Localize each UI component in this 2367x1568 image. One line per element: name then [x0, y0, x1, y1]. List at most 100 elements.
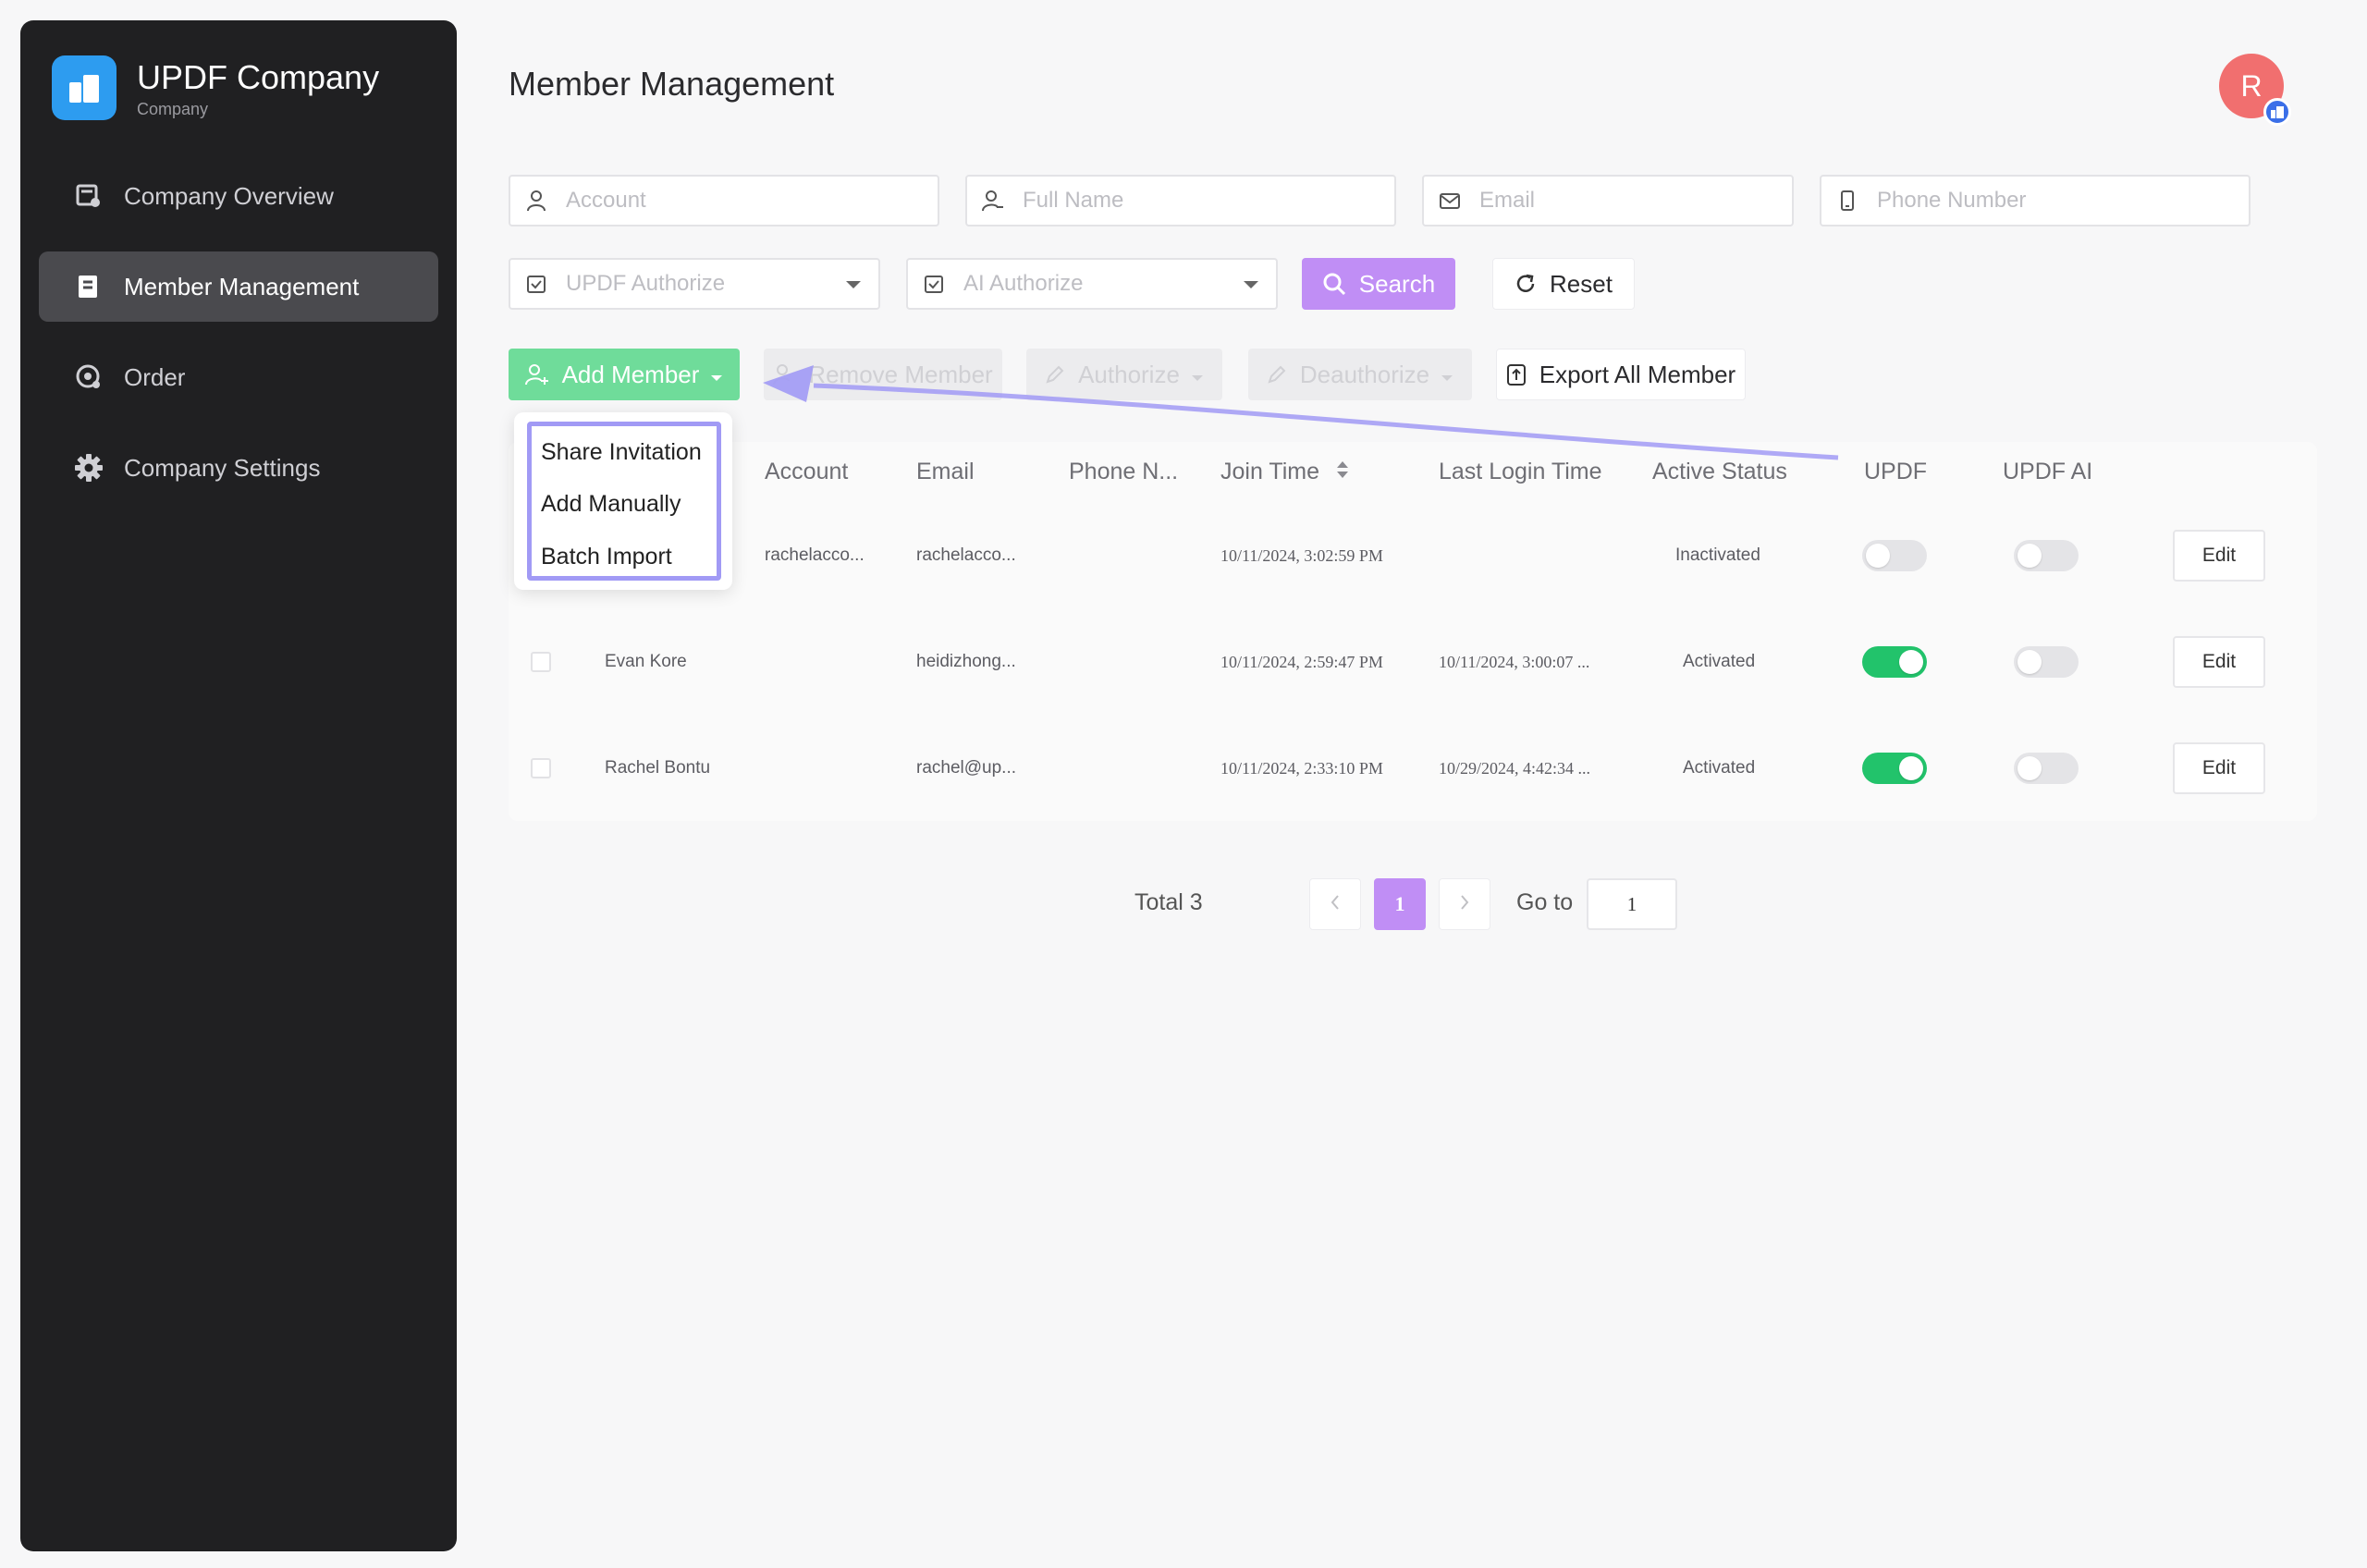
toggle-knob: [2017, 650, 2042, 674]
cell-join-time: 10/11/2024, 3:02:59 PM: [1220, 546, 1383, 565]
caret-down-icon: [710, 361, 723, 389]
sidebar-item-label: Company Settings: [124, 453, 321, 482]
add-member-dropdown: Share Invitation Add Manually Batch Impo…: [514, 412, 732, 590]
pagination-goto-input[interactable]: 1: [1587, 878, 1677, 930]
pen-icon: [1045, 364, 1065, 385]
menu-item-share-invitation[interactable]: Share Invitation: [541, 439, 702, 466]
remove-user-icon: [773, 363, 795, 386]
pagination-prev-button[interactable]: [1309, 878, 1361, 930]
pagination-goto-label: Go to: [1516, 889, 1574, 915]
sidebar-item-label: Company Overview: [124, 181, 334, 210]
search-label: Search: [1358, 269, 1436, 298]
pagination-page-current[interactable]: 1: [1374, 878, 1426, 930]
sort-icon[interactable]: [1335, 459, 1350, 487]
updf-authorize-select[interactable]: UPDF Authorize: [509, 258, 880, 310]
pagination-next-button[interactable]: [1439, 878, 1490, 930]
order-icon: [74, 362, 104, 392]
authorize-label: Authorize: [1078, 360, 1180, 388]
account-input[interactable]: [566, 188, 898, 214]
menu-item-add-manually[interactable]: Add Manually: [541, 491, 681, 518]
join-time-label: Join Time: [1220, 459, 1319, 485]
edit-button[interactable]: Edit: [2173, 636, 2265, 688]
user-card-icon: [980, 188, 1006, 214]
updf-toggle[interactable]: [1862, 540, 1927, 571]
sidebar-item-company-overview[interactable]: Company Overview: [39, 161, 438, 231]
chevron-down-icon: [845, 278, 862, 295]
export-all-member-button[interactable]: Export All Member: [1496, 349, 1746, 400]
updf-ai-toggle[interactable]: [2014, 540, 2079, 571]
updf-authorize-placeholder: UPDF Authorize: [566, 271, 726, 296]
cell-email: rachel@up...: [916, 758, 1017, 778]
calendar-check-icon: [921, 271, 947, 297]
company-logo-icon: [52, 55, 117, 120]
caret-down-icon: [1441, 361, 1453, 389]
remove-member-label: Remove Member: [808, 360, 993, 388]
updf-ai-toggle[interactable]: [2014, 646, 2079, 678]
avatar-letter: R: [2240, 68, 2263, 103]
column-header-account: Account: [765, 459, 849, 484]
email-input[interactable]: [1479, 188, 1764, 214]
cell-status: Inactivated: [1675, 545, 1760, 565]
ai-authorize-select[interactable]: AI Authorize: [906, 258, 1278, 310]
sidebar-item-label: Order: [124, 362, 186, 391]
add-member-button[interactable]: Add Member: [509, 349, 740, 400]
edit-button[interactable]: Edit: [2173, 742, 2265, 794]
sidebar-item-member-management[interactable]: Member Management: [39, 251, 438, 322]
caret-down-icon: [1191, 361, 1204, 389]
refresh-icon: [1515, 273, 1537, 295]
brand-name: UPDF Company: [137, 57, 380, 96]
column-header-join-time[interactable]: Join Time: [1220, 459, 1350, 487]
company-badge-icon: [2263, 98, 2291, 126]
phone-field[interactable]: [1820, 175, 2250, 227]
user-icon: [523, 188, 549, 214]
chevron-right-icon: [1459, 892, 1470, 916]
annotation-highlight-box: Share Invitation Add Manually Batch Impo…: [527, 422, 721, 581]
pagination-total: Total 3: [1134, 889, 1203, 915]
sidebar-item-order[interactable]: Order: [39, 342, 438, 412]
pen-icon: [1267, 364, 1287, 385]
email-field[interactable]: [1422, 175, 1794, 227]
toggle-knob: [1866, 544, 1890, 568]
member-icon: [74, 272, 104, 301]
toggle-knob: [1899, 756, 1923, 780]
add-member-label: Add Member: [561, 360, 700, 388]
chevron-down-icon: [1243, 278, 1259, 295]
row-checkbox[interactable]: [531, 652, 551, 672]
sidebar-item-label: Member Management: [124, 272, 360, 300]
sidebar-item-company-settings[interactable]: Company Settings: [39, 433, 438, 503]
row-checkbox[interactable]: [531, 758, 551, 778]
reset-label: Reset: [1550, 269, 1613, 298]
ai-authorize-placeholder: AI Authorize: [963, 271, 1084, 296]
cell-name: Evan Kore: [605, 652, 687, 671]
fullname-field[interactable]: [965, 175, 1396, 227]
updf-toggle[interactable]: [1862, 753, 1927, 784]
export-icon: [1506, 362, 1527, 386]
mail-icon: [1437, 188, 1463, 214]
search-button[interactable]: Search: [1302, 258, 1455, 310]
fullname-input[interactable]: [1023, 188, 1355, 214]
brand: UPDF Company Company: [52, 55, 379, 120]
authorize-button[interactable]: Authorize: [1026, 349, 1222, 400]
column-header-updf-ai: UPDF AI: [2003, 459, 2093, 484]
menu-item-batch-import[interactable]: Batch Import: [541, 544, 672, 570]
toggle-knob: [2017, 756, 2042, 780]
phone-input[interactable]: [1877, 188, 2209, 214]
account-field[interactable]: [509, 175, 939, 227]
chevron-left-icon: [1330, 892, 1341, 916]
remove-member-button[interactable]: Remove Member: [764, 349, 1002, 400]
export-label: Export All Member: [1539, 360, 1736, 388]
search-icon: [1322, 272, 1346, 296]
edit-button[interactable]: Edit: [2173, 530, 2265, 582]
cell-email: heidizhong...: [916, 652, 1016, 671]
deauthorize-button[interactable]: Deauthorize: [1248, 349, 1472, 400]
reset-button[interactable]: Reset: [1492, 258, 1635, 310]
toggle-knob: [1899, 650, 1923, 674]
updf-ai-toggle[interactable]: [2014, 753, 2079, 784]
cell-status: Activated: [1683, 652, 1756, 671]
overview-icon: [74, 181, 104, 211]
updf-toggle[interactable]: [1862, 646, 1927, 678]
add-user-icon: [524, 363, 549, 386]
column-header-last-login: Last Login Time: [1439, 459, 1602, 484]
column-header-updf: UPDF: [1864, 459, 1928, 484]
cell-email: rachelacco...: [916, 545, 1016, 565]
